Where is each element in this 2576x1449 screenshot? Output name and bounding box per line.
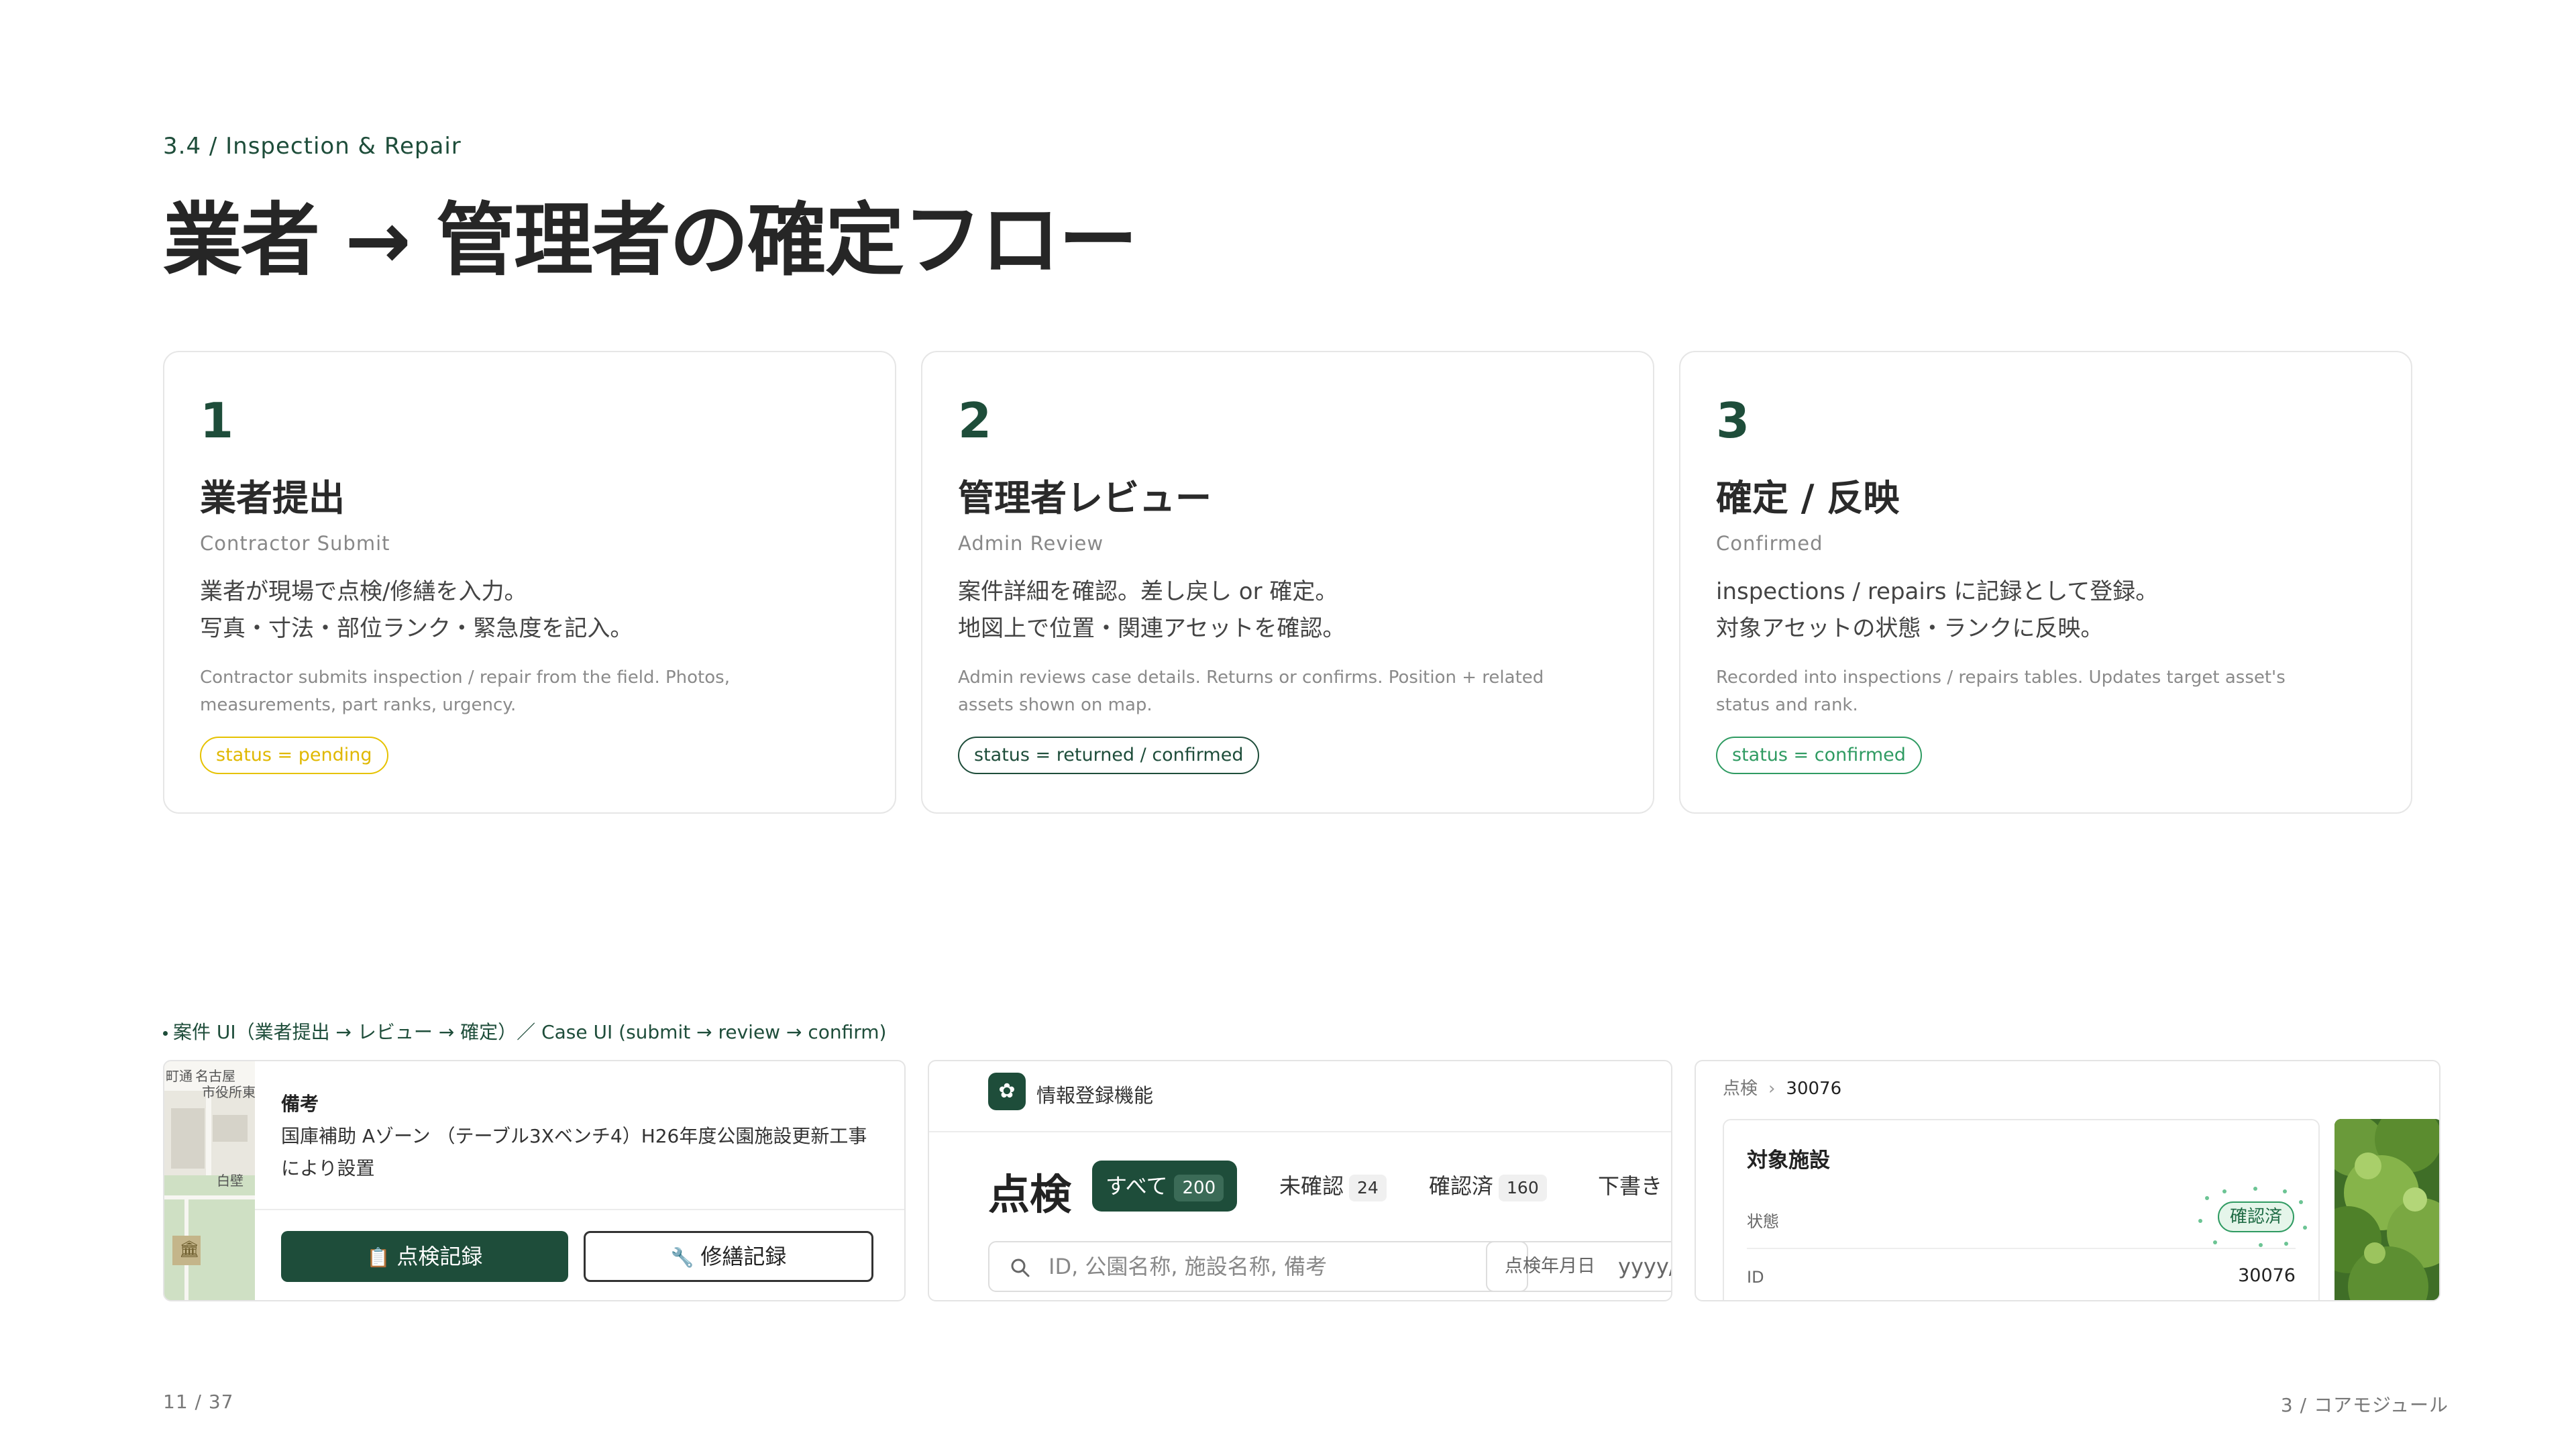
- step-description-line: 地図上で位置・関連アセットを確認。: [958, 615, 1346, 642]
- inspection-record-button[interactable]: 📋 点検記録: [281, 1231, 568, 1282]
- tree-photo-image: [2334, 1119, 2439, 1300]
- section-eyebrow: 3.4 / Inspection & Repair: [163, 133, 462, 160]
- building-icon: 🏛: [179, 1240, 200, 1258]
- search-input[interactable]: ID, 公園名称, 施設名称, 備考: [988, 1241, 1528, 1292]
- facility-photo[interactable]: [2334, 1119, 2439, 1300]
- step-description-line: 写真・寸法・部位ランク・緊急度を記入。: [200, 615, 633, 642]
- step-subtitle: Admin Review: [958, 532, 1104, 555]
- date-filter-placeholder: yyyy/: [1618, 1254, 1672, 1279]
- tab-unconfirmed-label: 未確認: [1279, 1173, 1344, 1199]
- tab-draft[interactable]: 下書き: [1598, 1161, 1662, 1212]
- step-card-review: 2 管理者レビュー Admin Review 案件詳細を確認。差し戻し or 確…: [921, 351, 1654, 814]
- tab-all-count: 200: [1174, 1175, 1224, 1201]
- page-title: 業者 → 管理者の確定フロー: [163, 194, 1138, 286]
- card-title: 対象施設: [1747, 1148, 1830, 1173]
- step-description: 案件詳細を確認。差し戻し or 確定。 地図上で位置・関連アセットを確認。: [958, 574, 1626, 647]
- breadcrumb-parent[interactable]: 点検: [1723, 1079, 1758, 1099]
- status-key: 状態: [1747, 1212, 1779, 1231]
- list-title: 点検: [988, 1170, 1072, 1219]
- wrench-icon: 🔧: [670, 1246, 694, 1269]
- page-number: 11 / 37: [163, 1391, 234, 1413]
- caption-text: 案件 UI（業者提出 → レビュー → 確定）／ Case UI (submit…: [173, 1021, 887, 1043]
- status-badge: status = returned / confirmed: [958, 737, 1260, 774]
- id-key: ID: [1747, 1268, 1764, 1287]
- clipboard-icon: 📋: [366, 1246, 390, 1269]
- tab-confirmed[interactable]: 確認済 160: [1429, 1161, 1547, 1212]
- repair-record-button[interactable]: 🔧 修繕記録: [584, 1231, 873, 1282]
- date-filter-input[interactable]: 点検年月日 yyyy/: [1486, 1241, 1672, 1292]
- status-badge: 確認済: [2217, 1201, 2294, 1232]
- map-label: 白壁: [217, 1173, 244, 1189]
- section-footer: 3 / コアモジュール: [2280, 1394, 2449, 1416]
- chevron-right-icon: ›: [1768, 1079, 1776, 1099]
- step-description-line: 対象アセットの状態・ランクに反映。: [1716, 615, 2104, 642]
- divider: [255, 1209, 904, 1210]
- repair-record-label: 修繕記録: [700, 1244, 787, 1269]
- map-thumbnail[interactable]: 町通 名古屋 市役所東 白壁 🏛: [164, 1061, 256, 1300]
- map-label: 市役所東: [202, 1084, 256, 1100]
- tab-all-label: すべて: [1106, 1173, 1168, 1199]
- search-icon: [1011, 1258, 1030, 1277]
- tab-unconfirmed[interactable]: 未確認 24: [1279, 1161, 1387, 1212]
- breadcrumb-current: 30076: [1786, 1079, 1842, 1099]
- screenshots-caption: 案件 UI（業者提出 → レビュー → 確定）／ Case UI (submit…: [163, 1018, 886, 1044]
- step-description-en: Recorded into inspections / repairs tabl…: [1716, 667, 2286, 715]
- step-subtitle: Contractor Submit: [200, 532, 390, 555]
- step-number: 2: [958, 392, 992, 449]
- status-badge: status = confirmed: [1716, 737, 1922, 774]
- tab-all[interactable]: すべて 200: [1092, 1161, 1238, 1212]
- app-name: 情報登録機能: [1036, 1084, 1154, 1107]
- target-facility-card: 対象施設 状態 確認済 ID 30076: [1723, 1119, 2320, 1300]
- status-badge: status = pending: [200, 737, 388, 774]
- search-placeholder: ID, 公園名称, 施設名称, 備考: [1049, 1254, 1328, 1279]
- step-description-line: 案件詳細を確認。差し戻し or 確定。: [958, 578, 1338, 605]
- inspection-detail-screenshot: 点検 › 30076 対象施設 状態 確認済 ID 30076: [1695, 1060, 2440, 1301]
- tab-draft-label: 下書き: [1598, 1173, 1663, 1199]
- id-value: 30076: [2238, 1265, 2296, 1286]
- remarks-label: 備考: [281, 1093, 319, 1115]
- app-header: ✿ 情報登録機能: [929, 1061, 1671, 1132]
- step-description-line: inspections / repairs に記録として登録。: [1716, 578, 2159, 605]
- inspection-record-label: 点検記録: [396, 1244, 483, 1269]
- step-title: 業者提出: [200, 477, 345, 519]
- case-detail-screenshot: 町通 名古屋 市役所東 白壁 🏛 備考 国庫補助 Aゾーン （テーブル3Xベンチ…: [163, 1060, 906, 1301]
- tab-confirmed-count: 160: [1499, 1175, 1547, 1201]
- step-description-line: 業者が現場で点検/修繕を入力。: [200, 578, 527, 605]
- remarks-text: 国庫補助 Aゾーン （テーブル3Xベンチ4）H26年度公園施設更新工事により設置: [281, 1125, 867, 1179]
- step-number: 1: [200, 392, 234, 449]
- step-title: 確定 / 反映: [1716, 477, 1900, 519]
- step-description-en: Admin reviews case details. Returns or c…: [958, 667, 1544, 715]
- divider: [1747, 1248, 2296, 1249]
- step-title: 管理者レビュー: [958, 477, 1212, 519]
- inspection-list-screenshot: ✿ 情報登録機能 点検 すべて 200 未確認 24 確認済 160 下書き ID, …: [928, 1060, 1672, 1301]
- date-filter-label: 点検年月日: [1505, 1256, 1595, 1277]
- breadcrumb: 点検 › 30076: [1723, 1075, 1841, 1099]
- step-subtitle: Confirmed: [1716, 532, 1823, 555]
- tab-confirmed-label: 確認済: [1429, 1173, 1494, 1199]
- tab-unconfirmed-count: 24: [1349, 1175, 1387, 1201]
- step-card-confirmed: 3 確定 / 反映 Confirmed inspections / repair…: [1679, 351, 2412, 814]
- bullet-icon: [163, 1030, 168, 1036]
- leaf-logo-icon: ✿: [988, 1073, 1026, 1110]
- step-description: inspections / repairs に記録として登録。 対象アセットの状…: [1716, 574, 2384, 647]
- step-description-en: Contractor submits inspection / repair f…: [200, 667, 730, 715]
- map-label: 町通: [166, 1068, 193, 1084]
- step-description: 業者が現場で点検/修繕を入力。 写真・寸法・部位ランク・緊急度を記入。: [200, 574, 868, 647]
- step-card-submit: 1 業者提出 Contractor Submit 業者が現場で点検/修繕を入力。…: [163, 351, 896, 814]
- step-number: 3: [1716, 392, 1750, 449]
